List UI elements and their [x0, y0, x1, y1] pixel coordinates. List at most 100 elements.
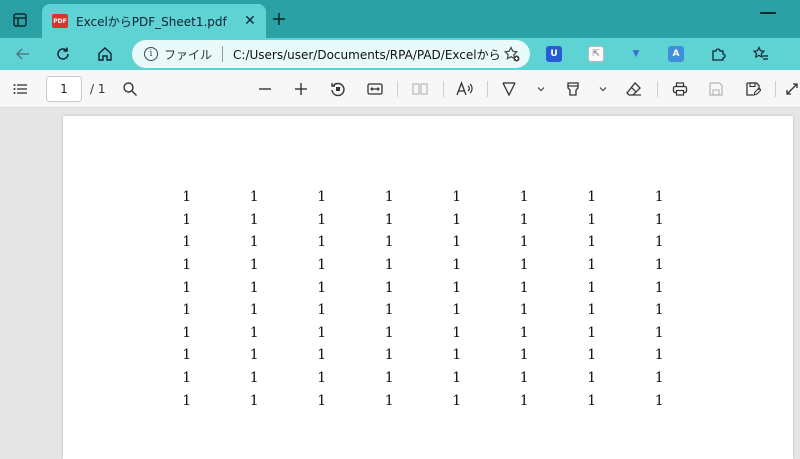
erase-button[interactable]	[624, 79, 644, 99]
fit-width-icon	[367, 83, 383, 95]
highlight-options-button[interactable]	[597, 81, 609, 97]
extensions-button[interactable]	[705, 41, 731, 67]
favorites-button[interactable]	[748, 41, 774, 67]
read-aloud-icon	[456, 81, 473, 96]
home-icon	[98, 47, 112, 61]
sheet-cell: 1	[587, 234, 597, 251]
sheet-cell: 1	[249, 279, 259, 296]
sheet-cell: 1	[317, 302, 327, 319]
sheet-cell: 1	[654, 370, 664, 387]
add-favorite-icon[interactable]	[502, 44, 522, 64]
sheet-cell: 1	[249, 211, 259, 228]
save-as-button[interactable]	[743, 79, 763, 99]
zoom-out-button[interactable]	[255, 79, 275, 99]
close-tab-icon[interactable]: ✕	[242, 13, 258, 29]
sheet-cell: 1	[654, 279, 664, 296]
sheet-cell: 1	[452, 257, 462, 274]
sheet-row: 1 1 1 1 1 1 1 1	[153, 231, 693, 254]
extension-label: U	[550, 49, 558, 59]
highlight-button[interactable]	[563, 79, 583, 99]
sheet-cell: 1	[249, 257, 259, 274]
sheet-cell: 1	[317, 189, 327, 206]
sheet-cell: 1	[182, 347, 192, 364]
page-view-button[interactable]	[410, 79, 430, 99]
tab-title: ExcelからPDF_Sheet1.pdf	[76, 14, 227, 29]
back-button[interactable]	[10, 41, 36, 67]
sheet-cell: 1	[249, 370, 259, 387]
tab-actions-icon	[13, 13, 27, 27]
sheet-cell: 1	[587, 347, 597, 364]
sheet-cell: 1	[182, 392, 192, 409]
sheet-cell: 1	[587, 302, 597, 319]
read-aloud-button[interactable]	[455, 79, 475, 99]
save-icon	[709, 82, 723, 96]
sheet-cell: 1	[384, 370, 394, 387]
address-bar[interactable]: i ファイル C:/Users/user/Documents/RPA/PAD/E…	[132, 40, 530, 68]
sheet-cell: 1	[587, 324, 597, 341]
sheet-cell: 1	[249, 347, 259, 364]
extension-bitwarden-icon[interactable]: U	[546, 46, 562, 62]
fullscreen-button[interactable]	[784, 79, 800, 99]
print-button[interactable]	[670, 79, 690, 99]
sheet-cell: 1	[587, 370, 597, 387]
sheet-cell: 1	[249, 234, 259, 251]
toolbar-divider	[397, 81, 398, 97]
sheet-cell: 1	[182, 279, 192, 296]
sheet-cell: 1	[317, 211, 327, 228]
pdf-viewer[interactable]: 1111111111111111111111111111111111111111…	[0, 108, 800, 459]
draw-button[interactable]	[499, 79, 519, 99]
printer-icon	[672, 82, 688, 96]
contents-button[interactable]	[10, 79, 30, 99]
sheet-cell: 1	[654, 257, 664, 274]
sheet-cell: 1	[452, 302, 462, 319]
sheet-row: 1 1 1 1 1 1 1 1	[153, 389, 693, 412]
sheet-cell: 1	[519, 189, 529, 206]
sheet-cell: 1	[384, 302, 394, 319]
extension-label: ⇱	[592, 49, 600, 59]
list-icon	[13, 84, 27, 94]
refresh-button[interactable]	[50, 41, 76, 67]
sheet-cell: 1	[249, 392, 259, 409]
sheet-cell: 1	[587, 279, 597, 296]
active-tab[interactable]: PDF ExcelからPDF_Sheet1.pdf ✕	[42, 4, 266, 38]
search-button[interactable]	[120, 79, 140, 99]
sheet-cell: 1	[317, 257, 327, 274]
extension-page-icon[interactable]: ⇱	[588, 46, 604, 62]
sheet-cell: 1	[519, 211, 529, 228]
plus-icon	[273, 13, 285, 25]
sheet-cell: 1	[249, 189, 259, 206]
sheet-cell: 1	[519, 324, 529, 341]
save-button[interactable]	[706, 79, 726, 99]
rotate-button[interactable]	[328, 79, 348, 99]
sheet-cell: 1	[587, 189, 597, 206]
sheet-cell: 1	[384, 279, 394, 296]
refresh-icon	[57, 47, 69, 60]
page-number-input[interactable]: 1	[46, 76, 82, 102]
extension-translate-icon[interactable]: A	[668, 46, 684, 62]
rotate-icon	[331, 82, 345, 97]
toolbar-divider	[657, 81, 658, 97]
minimize-window-button[interactable]	[760, 12, 776, 14]
sheet-cell: 1	[519, 392, 529, 409]
sheet-cell: 1	[317, 279, 327, 296]
sheet-cell: 1	[384, 324, 394, 341]
home-button[interactable]	[92, 41, 118, 67]
sheet-cell: 1	[654, 234, 664, 251]
plus-icon	[295, 83, 307, 95]
sheet-body: 1111111111111111111111111111111111111111…	[153, 186, 693, 412]
sheet-row: 1 1 1 1 1 1 1 1	[153, 367, 693, 390]
sheet-row: 1 1 1 1 1 1 1 1	[153, 209, 693, 232]
tab-actions-menu[interactable]	[8, 8, 32, 32]
zoom-in-button[interactable]	[291, 79, 311, 99]
pdf-toolbar: 1 / 1	[0, 70, 800, 108]
sheet-cell: 1	[452, 234, 462, 251]
draw-options-button[interactable]	[535, 81, 547, 97]
sheet-cell: 1	[587, 257, 597, 274]
fit-width-button[interactable]	[365, 79, 385, 99]
extension-medal-icon[interactable]: ▼	[628, 46, 644, 62]
save-as-icon	[746, 82, 761, 96]
info-icon[interactable]: i	[144, 47, 158, 61]
url-text[interactable]: C:/Users/user/Documents/RPA/PAD/Excelから.…	[233, 46, 502, 63]
new-tab-button[interactable]	[268, 8, 290, 30]
site-label: ファイル	[164, 47, 213, 62]
